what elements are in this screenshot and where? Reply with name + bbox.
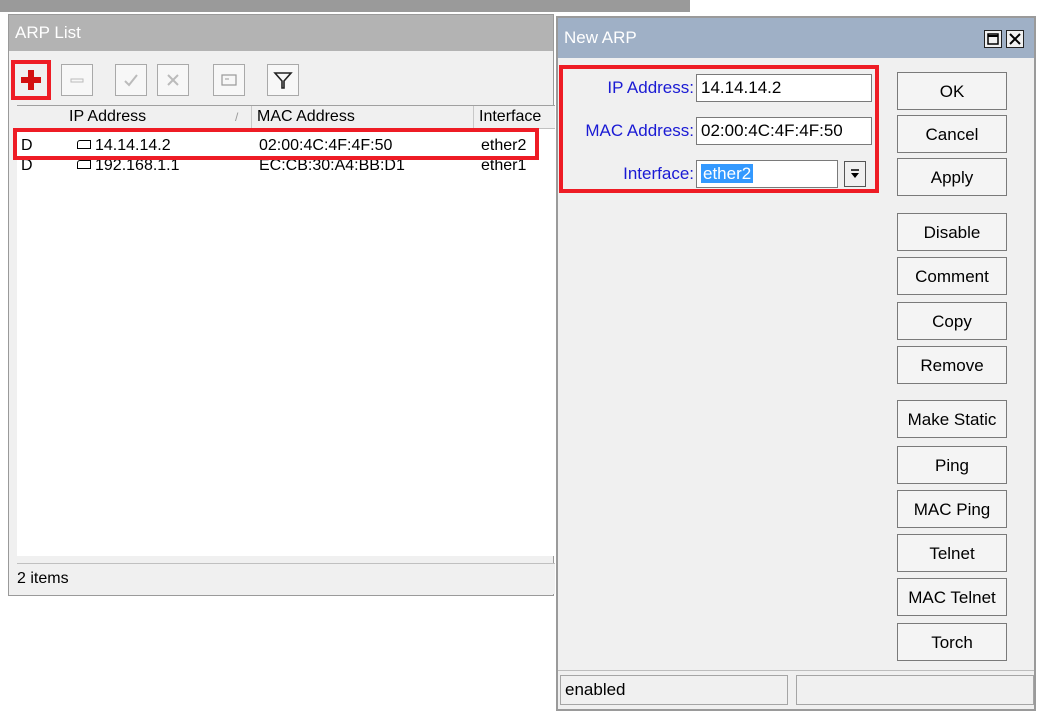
- dialog-title: New ARP: [558, 18, 1034, 58]
- row-ip: 192.168.1.1: [95, 157, 180, 174]
- ip-address-label: IP Address:: [607, 78, 694, 97]
- cross-icon: [167, 74, 179, 86]
- row-interface: ether1: [481, 157, 527, 174]
- interface-value: ether2: [701, 164, 754, 183]
- col-mac-address[interactable]: MAC Address: [257, 108, 355, 126]
- filter-icon: [273, 72, 293, 89]
- remove-button[interactable]: [61, 64, 93, 96]
- cancel-button[interactable]: Cancel: [897, 115, 1007, 153]
- top-bar: [0, 0, 690, 12]
- list-status-bar: 2 items: [17, 563, 555, 594]
- interface-dropdown-button[interactable]: [844, 161, 866, 187]
- table-row[interactable]: D 14.14.14.2 02:00:4C:4F:4F:50 ether2: [17, 136, 555, 156]
- apply-button[interactable]: Apply: [897, 158, 1007, 196]
- col-interface[interactable]: Interface: [479, 108, 541, 126]
- check-icon: [124, 74, 138, 87]
- disable-button[interactable]: Disable: [897, 213, 1007, 251]
- arp-list-window: ARP List IP Address / MAC Address Interf…: [8, 14, 555, 596]
- row-mac: EC:CB:30:A4:BB:D1: [259, 157, 405, 174]
- mac-ping-button[interactable]: MAC Ping: [897, 490, 1007, 528]
- row-flag: D: [21, 157, 33, 174]
- row-mac: 02:00:4C:4F:4F:50: [259, 137, 393, 154]
- ip-address-input[interactable]: 14.14.14.2: [696, 74, 872, 102]
- copy-button[interactable]: Copy: [897, 302, 1007, 340]
- dropdown-arrow-icon: [851, 169, 859, 178]
- arp-toolbar: [9, 53, 553, 107]
- mac-address-input[interactable]: 02:00:4C:4F:4F:50: [696, 117, 872, 145]
- ping-button[interactable]: Ping: [897, 446, 1007, 484]
- row-ip: 14.14.14.2: [95, 137, 171, 154]
- new-arp-dialog: New ARP IP Address: 14.14.14.2 MAC Addre…: [556, 16, 1036, 711]
- telnet-button[interactable]: Telnet: [897, 534, 1007, 572]
- top-strip: [0, 0, 1039, 12]
- host-icon: [77, 140, 91, 150]
- arp-table: IP Address / MAC Address Interface D 14.…: [17, 105, 555, 556]
- note-icon: [221, 74, 237, 86]
- mac-telnet-button[interactable]: MAC Telnet: [897, 578, 1007, 616]
- plus-icon: [21, 70, 41, 90]
- enable-button[interactable]: [115, 64, 147, 96]
- comment-button[interactable]: Comment: [897, 257, 1007, 295]
- minus-icon: [70, 78, 84, 83]
- row-interface: ether2: [481, 137, 527, 154]
- close-button[interactable]: [1006, 30, 1024, 48]
- remove-button[interactable]: Remove: [897, 346, 1007, 384]
- restore-icon: [987, 33, 999, 45]
- sort-indicator: /: [235, 110, 239, 124]
- torch-button[interactable]: Torch: [897, 623, 1007, 661]
- comment-button[interactable]: [213, 64, 245, 96]
- interface-select[interactable]: ether2: [696, 160, 838, 188]
- filter-button[interactable]: [267, 64, 299, 96]
- table-header: IP Address / MAC Address Interface: [17, 106, 555, 129]
- ok-button[interactable]: OK: [897, 72, 1007, 110]
- dialog-status-bar: enabled: [558, 670, 1034, 709]
- add-button[interactable]: [15, 64, 47, 96]
- status-enabled: enabled: [560, 675, 788, 705]
- make-static-button[interactable]: Make Static: [897, 400, 1007, 438]
- col-ip-address[interactable]: IP Address: [69, 108, 146, 126]
- restore-button[interactable]: [984, 30, 1002, 48]
- table-row[interactable]: D 192.168.1.1 EC:CB:30:A4:BB:D1 ether1: [17, 156, 555, 176]
- close-icon: [1009, 33, 1021, 45]
- row-flag: D: [21, 137, 33, 154]
- arp-list-title: ARP List: [9, 15, 553, 51]
- status-empty: [796, 675, 1034, 705]
- mac-address-label: MAC Address:: [585, 121, 694, 140]
- disable-button[interactable]: [157, 64, 189, 96]
- host-icon: [77, 160, 91, 170]
- interface-label: Interface:: [623, 164, 694, 183]
